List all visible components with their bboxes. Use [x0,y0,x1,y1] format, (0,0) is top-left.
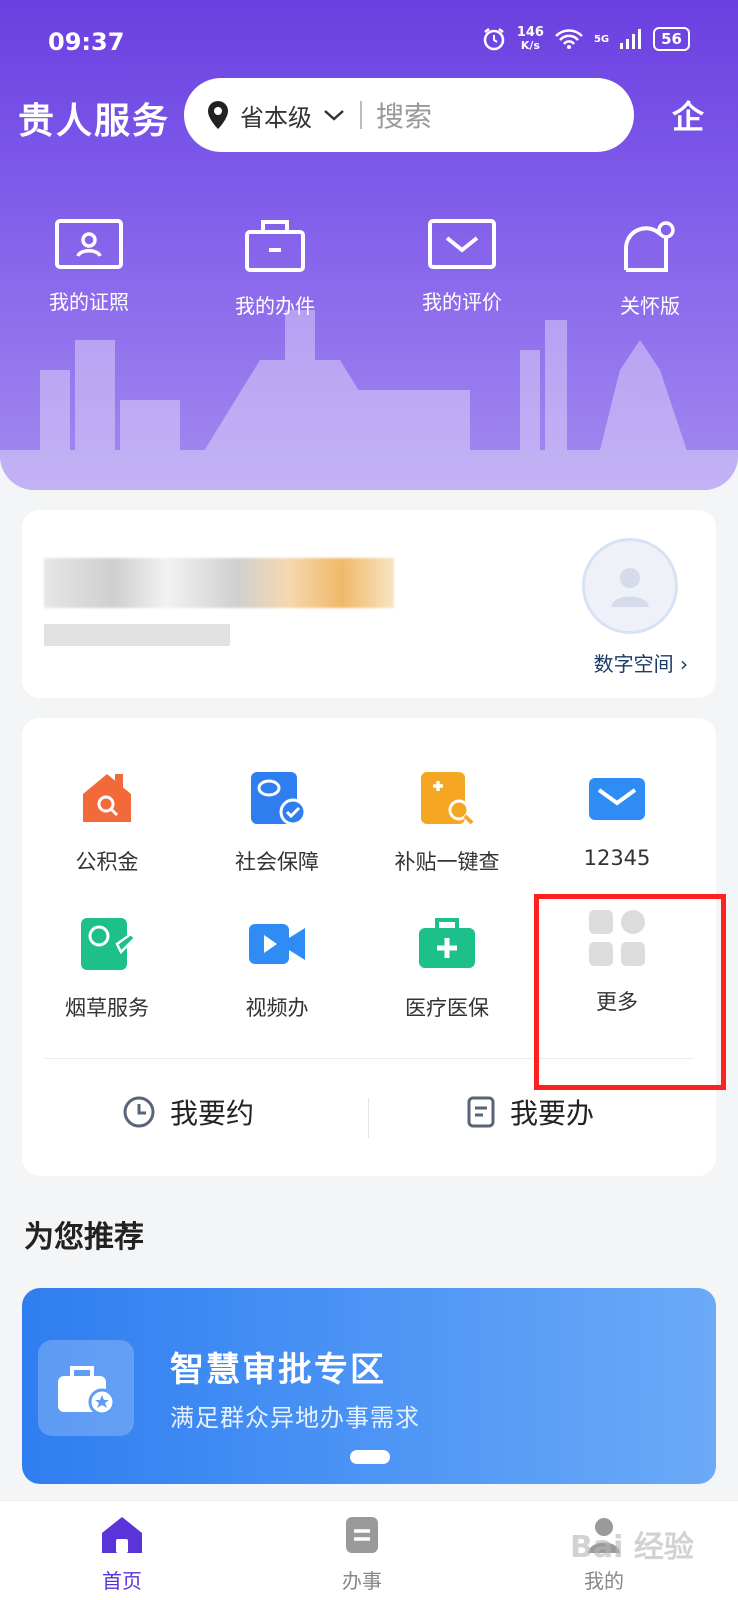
network-type: 5G [593,33,610,45]
service-label: 12345 [583,846,651,870]
region-selector[interactable]: 省本级 [240,98,312,133]
service-social-security[interactable]: 社会保障 [192,768,362,876]
briefcase-icon [245,220,305,272]
app-title: 贵人服务 [18,101,171,142]
quick-link-label: 我的办件 [235,294,315,318]
action-divider [368,1098,369,1138]
service-video[interactable]: 视频办 [192,914,362,1022]
medical-kit-icon [419,918,475,968]
service-subsidy-query[interactable]: 补贴一键查 [362,768,532,876]
quick-link-cases[interactable]: 我的办件 [200,218,350,319]
mail-icon [589,778,645,820]
digital-space-link[interactable]: 数字空间 › [594,648,688,677]
blurred-user-id [44,624,230,646]
nav-label: 我的 [584,1569,624,1593]
user-avatar-icon [611,568,649,607]
care-icon [624,221,675,272]
avatar[interactable] [582,538,678,634]
service-label: 社会保障 [235,850,319,874]
status-time: 09:37 [48,28,125,56]
search-bar[interactable]: 省本级 搜索 [184,78,634,152]
house-search-icon [83,774,131,822]
profile-card[interactable]: 数字空间 › [22,510,716,698]
city-skyline-illustration [0,310,738,490]
bag-star-icon [58,1366,116,1416]
id-card-icon [55,219,123,269]
wifi-icon [555,29,583,49]
status-icons: 146 K/s 5G 56 [481,26,690,52]
tobacco-icon [81,918,137,970]
network-speed: 146 K/s [516,25,544,52]
service-tobacco[interactable]: 烟草服务 [22,914,192,1022]
service-12345[interactable]: 12345 [532,768,702,870]
alarm-icon [483,28,505,51]
quick-link-reviews[interactable]: 我的评价 [387,218,537,315]
handle-label: 我要办 [510,1097,595,1130]
service-medical-insurance[interactable]: 医疗医保 [362,914,532,1022]
clock-icon [123,1096,155,1128]
appointment-button[interactable]: 我要约 [122,1092,254,1132]
quick-link-label: 我的证照 [49,290,129,314]
carousel-indicator [350,1450,390,1464]
nav-label: 首页 [102,1569,142,1593]
location-pin-icon [208,101,228,129]
home-icon [102,1517,142,1553]
mail-icon [428,219,496,269]
search-divider [360,101,362,129]
recommend-title: 为您推荐 [24,1220,144,1255]
service-label: 烟草服务 [65,996,149,1020]
appointment-label: 我要约 [170,1097,255,1130]
enterprise-switch-button[interactable]: 企 [668,92,708,142]
battery-indicator: 56 [653,27,690,51]
service-label: 视频办 [245,996,309,1020]
recommend-banner[interactable]: 智慧审批专区 满足群众异地办事需求 [22,1288,716,1484]
service-housing-fund[interactable]: 公积金 [22,768,192,876]
quick-link-certificates[interactable]: 我的证照 [14,218,164,315]
quick-link-label: 我的评价 [422,290,502,314]
watermark: Bai 经验 [570,1530,694,1565]
handle-button[interactable]: 我要办 [466,1092,594,1132]
service-label: 补贴一键查 [394,850,500,874]
banner-subtitle: 满足群众异地办事需求 [170,1404,420,1432]
blurred-user-name [44,558,394,608]
service-label: 医疗医保 [405,996,489,1020]
service-label: 公积金 [75,850,139,874]
signal-icon [620,29,642,49]
document-icon [467,1096,495,1128]
nav-label: 办事 [342,1569,382,1593]
document-icon [346,1517,378,1553]
highlight-box [534,894,726,1090]
quick-link-label: 关怀版 [620,294,680,318]
chevron-down-icon [324,110,344,121]
search-input[interactable]: 搜索 [376,95,432,135]
banner-icon-box [38,1340,134,1436]
status-bar: 09:37 146 K/s 5G 56 [0,0,738,80]
banner-title: 智慧审批专区 [170,1350,386,1390]
subsidy-search-icon [421,772,474,825]
video-icon [249,924,305,964]
social-security-icon [251,772,307,826]
nav-home[interactable]: 首页 [62,1515,182,1594]
enterprise-label: 企 [671,98,704,136]
nav-services[interactable]: 办事 [302,1515,422,1594]
quick-link-care-mode[interactable]: 关怀版 [575,218,725,319]
